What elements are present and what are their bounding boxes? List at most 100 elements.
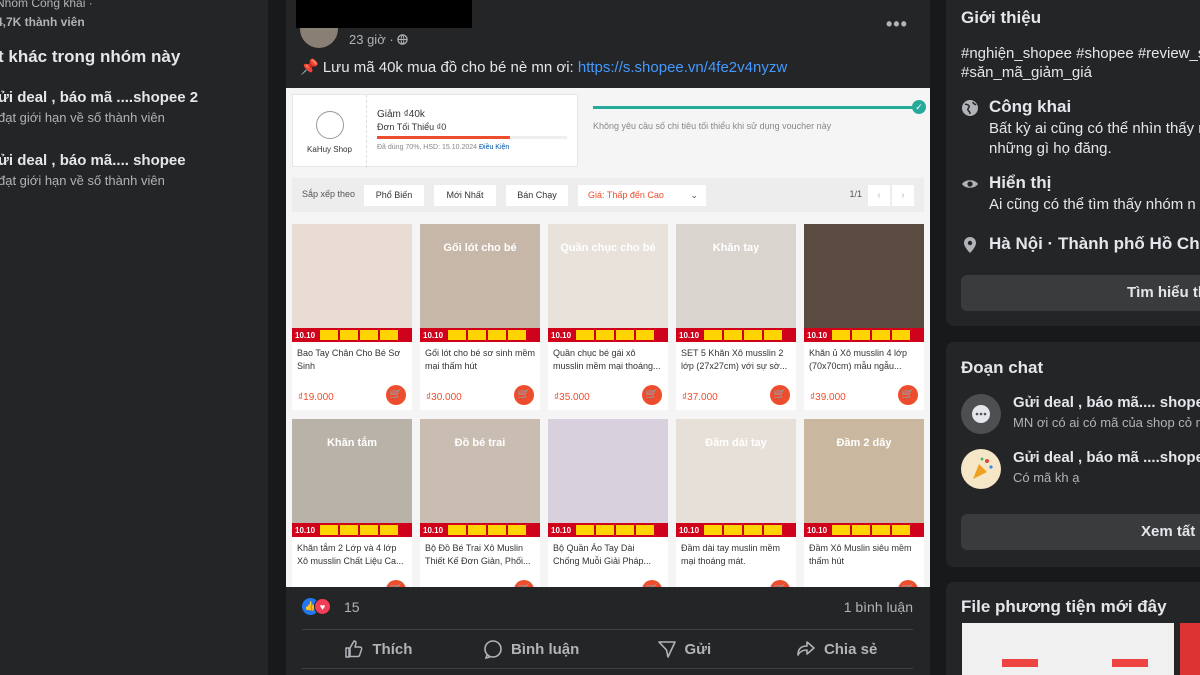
reaction-count[interactable]: 15: [344, 599, 360, 615]
next-page-icon: ›: [892, 185, 914, 206]
product-image: Khăn tay 10.10: [676, 224, 796, 342]
chats-title: Đoạn chat: [961, 358, 1044, 377]
hashtags-line-2[interactable]: #săn_mã_giảm_giá: [961, 64, 1200, 81]
product-image: Gối lót cho bé 10.10: [420, 224, 540, 342]
other-group-status: đạt giới hạn về số thành viên: [0, 110, 165, 125]
redacted-author-name: [296, 0, 472, 28]
product-image: 10.10: [548, 419, 668, 537]
party-popper-icon: [973, 457, 993, 479]
product-price: ₫39.000: [810, 392, 846, 403]
hashtags-line-1[interactable]: #nghiện_shopee #shopee #review_s: [961, 45, 1200, 62]
love-reaction-icon[interactable]: ♥: [314, 598, 331, 615]
send-icon: [657, 641, 676, 658]
post-image[interactable]: KaHuy Shop Giảm ₫40k Đơn Tối Thiểu ₫0 Đã…: [286, 88, 930, 587]
other-group-status: đạt giới hạn về số thành viên: [0, 173, 165, 188]
shop-logo-icon: [315, 111, 344, 139]
post-stats: 👍 ♥ 15 1 bình luận: [302, 598, 913, 618]
hashtags: #nghiện_shopee #shopee #review_s #săn_mã…: [961, 45, 1200, 81]
send-button[interactable]: Gửi: [608, 630, 761, 668]
sale-badge: 10.10: [676, 328, 796, 342]
post-message: 📌 Lưu mã 40k mua đồ cho bé nè mn ơi:: [300, 59, 578, 76]
like-icon: [345, 640, 363, 658]
cart-icon: 🛒: [770, 580, 790, 587]
cart-icon: 🛒: [514, 580, 534, 587]
visible-title: Hiển thị: [989, 173, 1052, 192]
sale-badge-label: 10.10: [423, 525, 444, 535]
media-title: File phương tiện mới đây: [961, 597, 1167, 616]
like-button[interactable]: Thích: [302, 630, 455, 668]
sale-badge-label: 10.10: [295, 330, 316, 340]
product-image: Đồ bé trai 10.10: [420, 419, 540, 537]
product-card: Quần chục cho bé 10.10 Quần chục bé gái xô…: [548, 224, 668, 410]
product-name: SET 5 Khăn Xô musslin 2 lớp (27x27cm) vớ…: [681, 348, 788, 371]
globe-icon: [396, 34, 408, 45]
product-card: Gối lót cho bé 10.10 Gối lót cho bé sơ sin…: [420, 224, 540, 410]
voucher-card: KaHuy Shop Giảm ₫40k Đơn Tối Thiểu ₫0 Đã…: [292, 94, 578, 168]
post-timestamp[interactable]: 23 giờ ·: [349, 32, 408, 47]
sale-badge: 10.10: [420, 328, 540, 342]
post-time: 23 giờ ·: [349, 32, 394, 47]
location-text[interactable]: Hà Nội · Thành phố Hồ Chí: [989, 234, 1200, 254]
globe-icon: [962, 100, 978, 116]
sale-badge: 10.10: [292, 523, 412, 537]
sale-badge: 10.10: [548, 328, 668, 342]
product-image-title: Gối lót cho bé: [443, 242, 517, 254]
public-title: Công khai: [989, 97, 1072, 116]
media-thumbnail[interactable]: [962, 623, 1174, 675]
product-image: Quần chục cho bé 10.10: [548, 224, 668, 342]
share-icon: [797, 641, 815, 656]
product-card: Đầm 2 dây 10.10 Đầm Xô Muslin siêu mềm thấ…: [804, 419, 924, 587]
cart-icon: 🛒: [770, 385, 790, 405]
other-group-item[interactable]: ửi deal , báo mã ....shopee 2 đạt giới h…: [0, 89, 198, 125]
left-sidebar: Nhóm Công khai · 4,7K thành viên t khác …: [0, 0, 268, 675]
sort-label: Sắp xếp theo: [302, 189, 356, 199]
share-button[interactable]: Chia sẻ: [760, 630, 913, 668]
public-desc: Bất kỳ ai cũng có thể nhìn thấy m những g…: [989, 119, 1200, 159]
sale-badge: 10.10: [676, 523, 796, 537]
cart-icon: 🛒: [642, 580, 662, 587]
product-card: Đồ bé trai 10.10 Bộ Đồ Bé Trai Xô Muslin T…: [420, 419, 540, 587]
voucher-min-order: Đơn Tối Thiểu ₫0: [377, 122, 447, 132]
cart-icon: 🛒: [386, 580, 406, 587]
media-thumbnail[interactable]: [1180, 623, 1200, 675]
sort-newest: Mới Nhất: [434, 185, 496, 206]
check-icon: ✓: [912, 100, 926, 114]
sale-badge: 10.10: [420, 523, 540, 537]
post-actions: Thích Bình luận Gửi Chia sẻ: [302, 629, 913, 669]
product-image-title: Khăn tắm: [326, 437, 378, 449]
voucher-progress-line: [593, 106, 919, 109]
cart-icon: 🛒: [386, 385, 406, 405]
sale-badge-label: 10.10: [807, 525, 828, 535]
visible-desc: Ai cũng có thể tìm thấy nhóm n: [989, 196, 1196, 213]
post-link[interactable]: https://s.shopee.vn/4fe2v4nyzw: [578, 59, 787, 76]
comment-button[interactable]: Bình luận: [455, 630, 608, 668]
comment-count[interactable]: 1 bình luận: [844, 599, 913, 615]
sale-badge: 10.10: [804, 328, 924, 342]
comment-icon: [484, 640, 502, 659]
chat-last-message: Có mã kh ạ: [1013, 470, 1080, 485]
product-card: 10.10 Bộ Quần Áo Tay Dài Chống Muỗi Giải …: [548, 419, 668, 587]
product-name: Bao Tay Chân Cho Bé Sơ Sinh: [297, 348, 401, 371]
product-name: Quần chục bé gái xô musslin mềm mại thoá…: [553, 348, 661, 371]
voucher-terms-link: Điều Kiện: [478, 144, 510, 151]
chat-last-message: MN ơi có ai có mã của shop cỏ m: [1013, 415, 1200, 430]
product-price: ₫35.000: [554, 392, 590, 403]
product-price: ₫30.000: [426, 392, 462, 403]
send-label: Gửi: [684, 640, 712, 658]
group-privacy: Nhóm Công khai ·: [0, 0, 93, 10]
more-options-icon[interactable]: •••: [886, 14, 908, 35]
see-all-button[interactable]: Xem tất c: [961, 514, 1200, 550]
learn-more-button[interactable]: Tìm hiểu th: [961, 275, 1200, 311]
shop-logo: KaHuy Shop: [293, 95, 367, 168]
product-image: Đầm 2 dây 10.10: [804, 419, 924, 537]
about-title: Giới thiệu: [961, 8, 1042, 27]
sale-badge-label: 10.10: [679, 525, 700, 535]
media-panel: File phương tiện mới đây: [946, 582, 1200, 675]
sale-badge-label: 10.10: [423, 330, 444, 340]
public-desc-line-1: Bất kỳ ai cũng có thể nhìn thấy m: [989, 120, 1200, 137]
product-card: Đầm dài tay 10.10 Đầm dài tay muslin mềm m…: [676, 419, 796, 587]
product-card: 10.10 Bao Tay Chân Cho Bé Sơ Sinh ₫19.000 🛒: [292, 224, 412, 410]
comment-label: Bình luận: [510, 640, 580, 658]
other-group-item[interactable]: ửi deal , báo mã.... shopee đạt giới hạn…: [0, 152, 186, 188]
other-group-name: ửi deal , báo mã.... shopee: [0, 152, 186, 169]
